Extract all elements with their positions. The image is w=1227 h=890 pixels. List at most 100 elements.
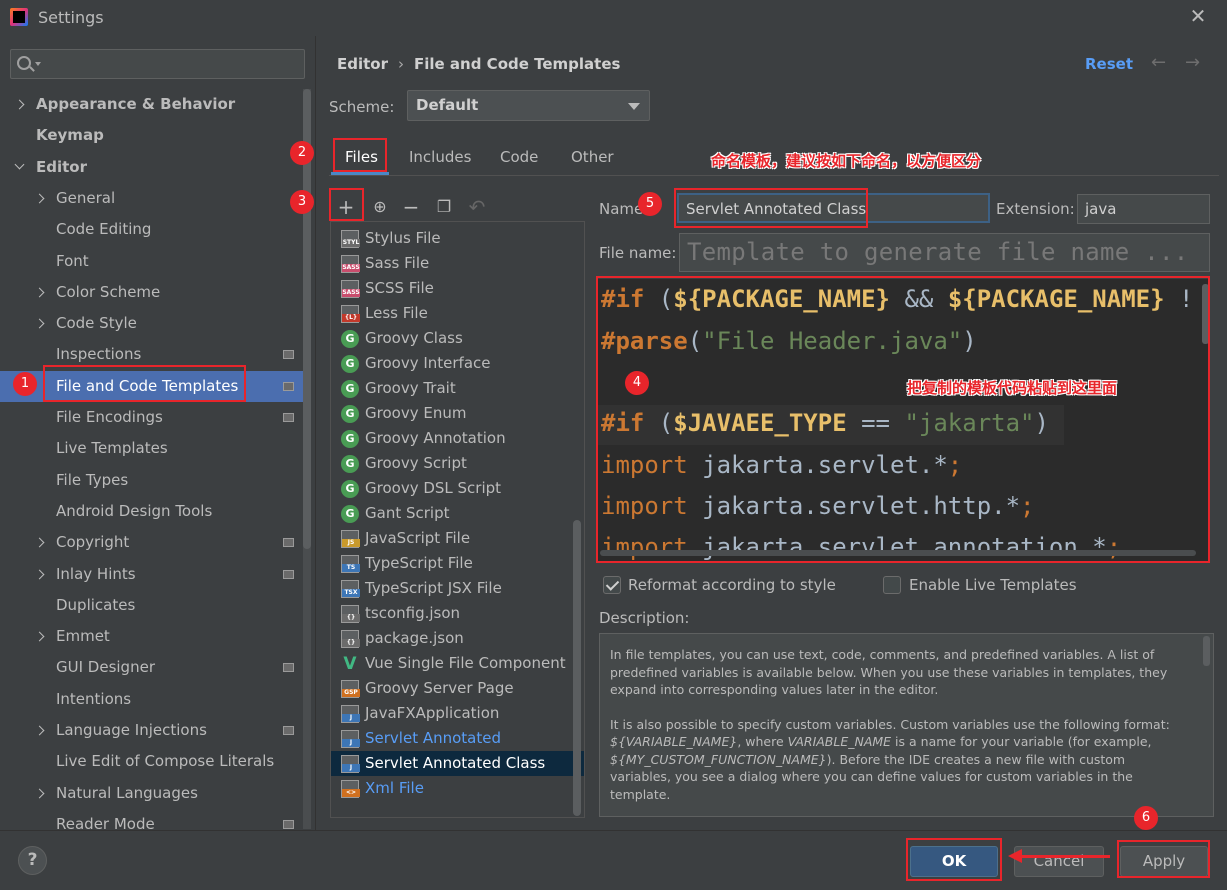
file-type-icon: STYL <box>341 230 360 248</box>
code-horizontal-scrollbar[interactable] <box>600 550 1196 556</box>
remove-template-button[interactable]: − <box>400 196 422 218</box>
sidebar-item[interactable]: File Encodings <box>0 402 303 433</box>
sidebar-item[interactable]: Inlay Hints <box>0 559 303 590</box>
template-list-item[interactable]: STYL Stylus File <box>331 226 584 251</box>
sidebar-item[interactable]: Color Scheme <box>0 277 303 308</box>
sidebar-item[interactable]: File and Code Templates <box>0 370 303 402</box>
sidebar-item[interactable]: Natural Languages <box>0 778 303 809</box>
ok-button[interactable]: OK <box>910 846 998 877</box>
chevron-right-icon[interactable] <box>14 99 25 110</box>
template-list-item[interactable]: G Gant Script <box>331 501 584 526</box>
sidebar-item-label: General <box>56 188 116 207</box>
tab-code[interactable]: Code <box>500 148 538 166</box>
template-list-item[interactable]: J Servlet Annotated <box>331 726 584 751</box>
sidebar-item[interactable]: Live Edit of Compose Literals <box>0 746 303 777</box>
sidebar-item[interactable]: Code Style <box>0 308 303 339</box>
extension-input[interactable]: java <box>1077 194 1210 224</box>
template-list-item[interactable]: G Groovy Trait <box>331 376 584 401</box>
chevron-right-icon[interactable] <box>34 631 45 642</box>
sidebar-item[interactable]: Intentions <box>0 684 303 715</box>
scheme-select[interactable]: Default <box>407 90 650 121</box>
apply-button[interactable]: Apply <box>1120 846 1208 877</box>
back-arrow-icon[interactable]: ← <box>1151 52 1166 73</box>
search-options-caret-icon[interactable] <box>35 62 41 66</box>
sidebar-item[interactable]: Duplicates <box>0 590 303 621</box>
sidebar-item[interactable]: Language Injections <box>0 715 303 746</box>
forward-arrow-icon[interactable]: → <box>1185 52 1200 73</box>
breadcrumb-editor[interactable]: Editor <box>337 55 388 73</box>
tab-files[interactable]: Files <box>345 148 378 166</box>
template-list-item[interactable]: JS JavaScript File <box>331 526 584 551</box>
template-list-item[interactable]: {} tsconfig.json <box>331 601 584 626</box>
live-templates-label[interactable]: Enable Live Templates <box>909 576 1077 594</box>
copy-template-icon[interactable]: ❐ <box>433 196 455 218</box>
template-list-item-label: Groovy Script <box>365 454 467 472</box>
reset-link[interactable]: Reset <box>1085 55 1133 73</box>
name-input[interactable]: Servlet Annotated Class <box>677 193 990 223</box>
add-child-template-icon[interactable]: ⊕ <box>369 196 391 218</box>
template-list-item[interactable]: TSX TypeScript JSX File <box>331 576 584 601</box>
template-list-item[interactable]: J JavaFXApplication <box>331 701 584 726</box>
sidebar-item[interactable]: Editor <box>0 152 303 183</box>
template-list-item[interactable]: TS TypeScript File <box>331 551 584 576</box>
chevron-right-icon[interactable] <box>34 537 45 548</box>
sidebar-item[interactable]: General <box>0 183 303 214</box>
sidebar-item-label: Editor <box>36 157 87 176</box>
sidebar-item[interactable]: Inspections <box>0 339 303 370</box>
sidebar-item[interactable]: Keymap <box>0 120 303 151</box>
sidebar-item-label: File and Code Templates <box>56 376 239 395</box>
tab-other[interactable]: Other <box>571 148 614 166</box>
template-list-item[interactable]: SASS Sass File <box>331 251 584 276</box>
add-template-button[interactable]: + <box>335 196 357 218</box>
file-name-input[interactable]: Template to generate file name ... <box>679 233 1210 272</box>
live-templates-checkbox[interactable] <box>883 576 901 594</box>
template-list-item[interactable]: G Groovy Interface <box>331 351 584 376</box>
sidebar-item[interactable]: Code Editing <box>0 214 303 245</box>
sidebar-item[interactable]: Emmet <box>0 621 303 652</box>
sidebar-item[interactable]: Live Templates <box>0 433 303 464</box>
template-list-item[interactable]: {L} Less File <box>331 301 584 326</box>
chevron-right-icon[interactable] <box>34 318 45 329</box>
tab-includes[interactable]: Includes <box>409 148 471 166</box>
sidebar-item-label: Appearance & Behavior <box>36 95 236 113</box>
sidebar-item[interactable]: Appearance & Behavior <box>0 89 303 120</box>
sidebar-item[interactable]: Android Design Tools <box>0 496 303 527</box>
sidebar-item[interactable]: Copyright <box>0 527 303 558</box>
chevron-right-icon[interactable] <box>34 287 45 298</box>
code-vertical-scrollbar[interactable] <box>1202 284 1209 344</box>
chevron-down-icon[interactable] <box>14 159 25 170</box>
template-list-item[interactable]: G Groovy Class <box>331 326 584 351</box>
sidebar-item[interactable]: GUI Designer <box>0 652 303 683</box>
sidebar-item-label: Android Design Tools <box>56 501 213 520</box>
chevron-right-icon[interactable] <box>34 725 45 736</box>
description-scrollbar[interactable] <box>1203 636 1210 666</box>
template-list-item[interactable]: G Groovy DSL Script <box>331 476 584 501</box>
reformat-label[interactable]: Reformat according to style <box>628 576 836 594</box>
sidebar-item[interactable]: Reader Mode <box>0 809 303 840</box>
template-list-item[interactable]: G Groovy Annotation <box>331 426 584 451</box>
sidebar-item-label: File Encodings <box>56 408 163 426</box>
template-list-item[interactable]: G Groovy Script <box>331 451 584 476</box>
template-list-item[interactable]: J Servlet Annotated Class <box>331 751 584 776</box>
template-list-item[interactable]: G Groovy Enum <box>331 401 584 426</box>
chevron-right-icon[interactable] <box>34 193 45 204</box>
help-button[interactable]: ? <box>18 846 47 875</box>
chevron-right-icon[interactable] <box>34 569 45 579</box>
sidebar-item[interactable]: Font <box>0 246 303 277</box>
search-input[interactable] <box>10 49 305 79</box>
template-list-item[interactable]: {} package.json <box>331 626 584 651</box>
panel-divider[interactable] <box>315 36 316 830</box>
template-list-item[interactable]: GSP Groovy Server Page <box>331 676 584 701</box>
cancel-button[interactable]: Cancel <box>1014 846 1104 877</box>
revert-icon[interactable]: ↶ <box>466 196 488 218</box>
reformat-checkbox[interactable] <box>603 576 621 594</box>
chevron-right-icon[interactable] <box>34 788 45 799</box>
sidebar-item-label: Color Scheme <box>56 282 161 301</box>
template-list-item[interactable]: <> Xml File <box>331 776 584 801</box>
template-list-scrollbar[interactable] <box>573 520 581 816</box>
sidebar-item[interactable]: File Types <box>0 465 303 496</box>
template-list-item[interactable]: V Vue Single File Component <box>331 651 584 676</box>
close-icon[interactable]: ✕ <box>1188 6 1208 26</box>
template-list-item[interactable]: SASS SCSS File <box>331 276 584 301</box>
template-code-editor[interactable]: #if (${PACKAGE_NAME} && ${PACKAGE_NAME} … <box>597 279 1209 562</box>
